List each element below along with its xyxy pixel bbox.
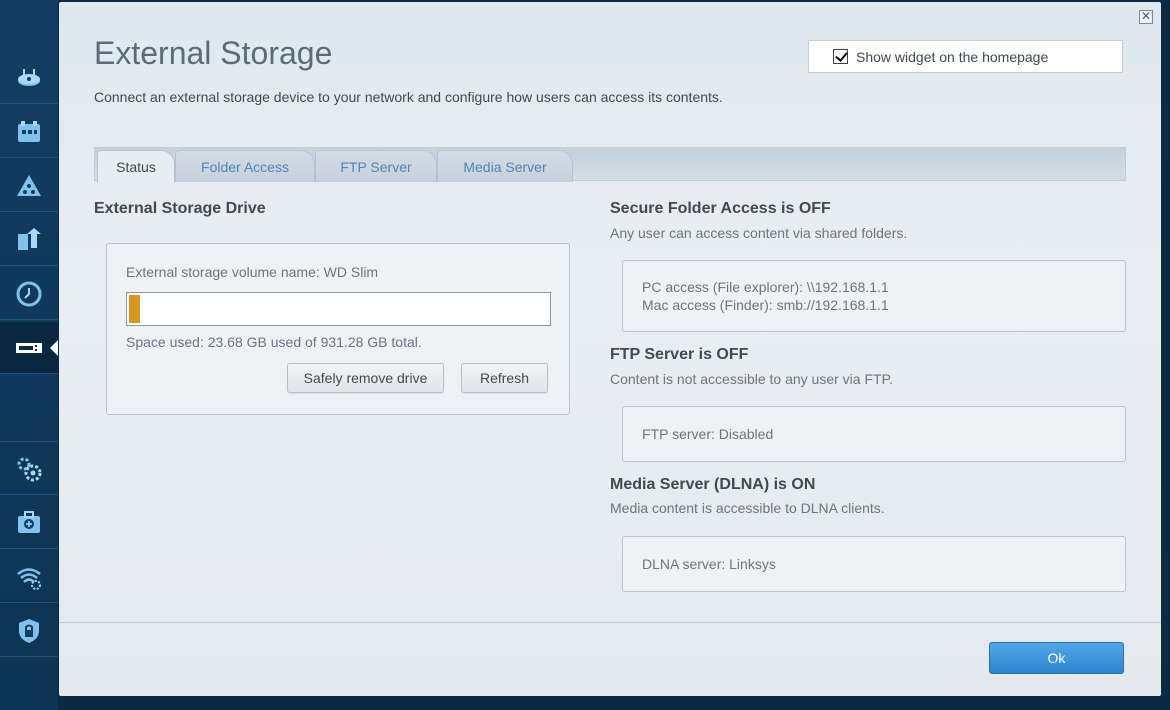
refresh-button[interactable]: Refresh [461,363,548,393]
tab-bar: Status Folder Access FTP Server Media Se… [94,147,1126,183]
usb-icon [16,342,42,353]
sidebar-item-priority[interactable] [0,214,58,266]
page-description: Connect an external storage device to yo… [94,89,723,105]
volume-name: External storage volume name: WD Slim [126,264,379,280]
sidebar-item-connectivity[interactable] [0,443,58,495]
security-shield-icon [19,618,39,643]
ftp-info-box: FTP server: Disabled [622,406,1126,462]
secure-folder-heading: Secure Folder Access is OFF [610,200,831,217]
sidebar-item-schedule[interactable] [0,268,58,320]
tab-status[interactable]: Status [97,150,175,183]
sidebar-spacer [0,376,58,442]
sidebar-nav [0,0,58,710]
close-button[interactable]: ✕ [1139,10,1153,24]
dlna-subtext: Media content is accessible to DLNA clie… [610,500,885,516]
sidebar-item-security[interactable] [0,605,58,657]
troubleshoot-icon [18,510,40,533]
tab-folder-access[interactable]: Folder Access [175,150,315,182]
network-map-icon [17,174,41,196]
folder-access-info-box: PC access (File explorer): \\192.168.1.1… [622,260,1126,332]
drive-heading: External Storage Drive [94,200,266,217]
ok-button[interactable]: Ok [989,642,1124,674]
show-widget-checkbox[interactable] [833,49,848,64]
ftp-subtext: Content is not accessible to any user vi… [610,371,893,387]
footer-divider [59,622,1161,623]
show-widget-label: Show widget on the homepage [856,48,1049,65]
sidebar-item-wireless[interactable] [0,551,58,603]
dlna-info-box: DLNA server: Linksys [622,536,1126,592]
sidebar-item-troubleshooting[interactable] [0,497,58,549]
router-icon [18,68,40,86]
wireless-settings-icon [17,567,41,590]
sidebar-item-devices[interactable] [0,106,58,158]
safely-remove-drive-button[interactable]: Safely remove drive [287,363,444,393]
mac-access-text: Mac access (Finder): smb://192.168.1.1 [642,297,889,313]
storage-usage-bar [126,292,551,326]
ftp-status-text: FTP server: Disabled [642,426,774,442]
external-storage-panel: ✕ External Storage Connect an external s… [59,2,1161,696]
sidebar-item-router[interactable] [0,52,58,104]
dlna-heading: Media Server (DLNA) is ON [610,476,816,493]
tab-ftp-server[interactable]: FTP Server [315,150,437,182]
storage-usage-fill [129,295,140,323]
drive-status-box: External storage volume name: WD Slim Sp… [106,243,570,415]
priority-icon [18,227,41,250]
sidebar-item-network-map[interactable] [0,160,58,212]
secure-folder-subtext: Any user can access content via shared f… [610,225,908,241]
ftp-heading: FTP Server is OFF [610,346,749,363]
tab-media-server[interactable]: Media Server [437,150,573,182]
sidebar-item-external-storage[interactable] [0,322,58,374]
pc-access-text: PC access (File explorer): \\192.168.1.1 [642,279,889,295]
page-title: External Storage [94,35,333,71]
devices-icon [18,120,40,142]
space-used-text: Space used: 23.68 GB used of 931.28 GB t… [126,334,422,350]
settings-gear-icon [17,457,42,481]
show-widget-toggle[interactable]: Show widget on the homepage [808,40,1123,73]
clock-icon [16,281,42,306]
dlna-status-text: DLNA server: Linksys [642,556,776,572]
